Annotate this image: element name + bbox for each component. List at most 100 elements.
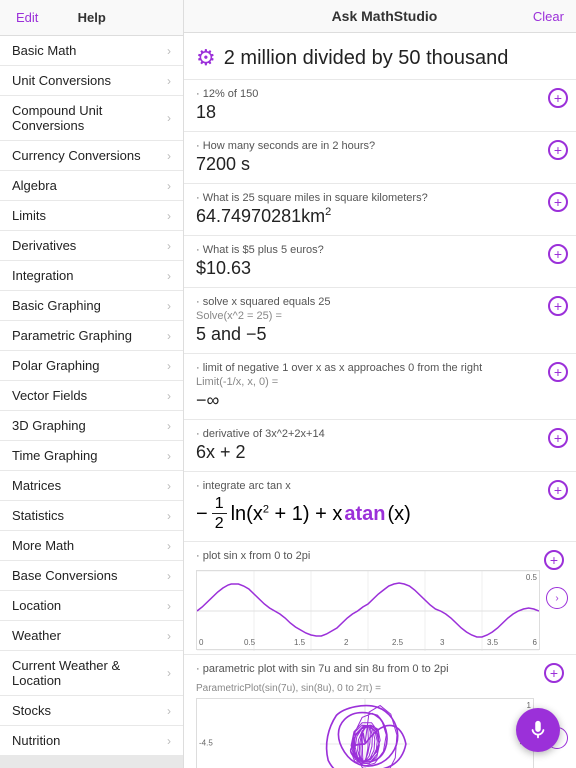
expand-chart-button[interactable]: ›	[546, 587, 568, 609]
add-button[interactable]: +	[548, 88, 568, 108]
sidebar-item-basic-graphing[interactable]: Basic Graphing›	[0, 291, 183, 321]
sidebar-item-current-weather-&-location[interactable]: Current Weather & Location›	[0, 651, 183, 696]
sidebar-item-parametric-graphing[interactable]: Parametric Graphing ›	[0, 321, 183, 351]
chevron-right-icon: ›	[167, 599, 171, 613]
chevron-right-icon: ›	[167, 539, 171, 553]
result-text: 64.74970281km2	[196, 206, 564, 227]
sidebar-item-location[interactable]: Location ›	[0, 591, 183, 621]
sidebar-divider	[0, 756, 183, 764]
add-button[interactable]: +	[548, 296, 568, 316]
result-item: · How many seconds are in 2 hours? 7200 …	[184, 132, 576, 184]
plus-circle-icon: +	[548, 88, 568, 108]
chevron-right-icon: ›	[167, 704, 171, 718]
chart-item-parametric: · parametric plot with sin 7u and sin 8u…	[184, 655, 576, 768]
sidebar-item-limits[interactable]: Limits›	[0, 201, 183, 231]
query-text: · solve x squared equals 25	[196, 296, 564, 308]
chevron-right-icon: ›	[167, 74, 171, 88]
sidebar-item-basic-math[interactable]: Basic Math›	[0, 36, 183, 66]
add-button[interactable]: +	[548, 140, 568, 160]
sidebar-item-label: More Math	[12, 538, 74, 553]
query-text: · 12% of 150	[196, 88, 564, 100]
sidebar-item-algebra[interactable]: Algebra›	[0, 171, 183, 201]
result-subtext: Solve(x^2 = 25) =	[196, 310, 564, 322]
sidebar-item-ask-mathstudio[interactable]: Ask MathStudio›	[0, 764, 183, 768]
sidebar-items-list: Basic Math›Unit Conversions›Compound Uni…	[0, 36, 183, 768]
sidebar: Edit Help Basic Math›Unit Conversions›Co…	[0, 0, 184, 768]
plus-circle-icon: +	[548, 362, 568, 382]
sidebar-item-label: Weather	[12, 628, 61, 643]
sidebar-section-title: Help	[78, 10, 106, 25]
sidebar-item-label: Parametric Graphing	[12, 328, 132, 343]
chevron-right-icon: ›	[167, 419, 171, 433]
sidebar-header: Edit Help	[0, 0, 183, 36]
chevron-right-icon: ›	[167, 666, 171, 680]
plus-circle-icon: +	[548, 480, 568, 500]
result-subtext: Limit(-1/x, x, 0) =	[196, 376, 564, 388]
sidebar-item-base-conversions[interactable]: Base Conversions›	[0, 561, 183, 591]
result-item: · limit of negative 1 over x as x approa…	[184, 354, 576, 420]
sidebar-item-label: Nutrition	[12, 733, 60, 748]
sidebar-item-label: 3D Graphing	[12, 418, 86, 433]
clear-button[interactable]: Clear	[533, 9, 564, 24]
sidebar-item-label: Current Weather & Location	[12, 658, 167, 688]
sidebar-item-label: Time Graphing	[12, 448, 98, 463]
chevron-right-icon: ›	[167, 449, 171, 463]
chevron-right-icon: ›	[167, 239, 171, 253]
result-text: 6x + 2	[196, 442, 564, 463]
add-button[interactable]: +	[544, 550, 564, 570]
sidebar-item-weather[interactable]: Weather ›	[0, 621, 183, 651]
sidebar-item-compound-unit-conversions[interactable]: Compound Unit Conversions›	[0, 96, 183, 141]
sidebar-item-integration[interactable]: Integration ›	[0, 261, 183, 291]
sidebar-item-label: Compound Unit Conversions	[12, 103, 167, 133]
add-button[interactable]: +	[548, 428, 568, 448]
result-item: · What is $5 plus 5 euros? $10.63 +	[184, 236, 576, 288]
sidebar-item-more-math[interactable]: More Math ›	[0, 531, 183, 561]
add-button[interactable]: +	[544, 663, 564, 683]
sidebar-item-label: Algebra	[12, 178, 57, 193]
add-button[interactable]: +	[548, 192, 568, 212]
sidebar-item-matrices[interactable]: Matrices›	[0, 471, 183, 501]
query-text: · integrate arc tan x	[196, 480, 564, 492]
sidebar-item-3d-graphing[interactable]: 3D Graphing ›	[0, 411, 183, 441]
result-text: − 1 2 ln(x2 + 1) + x atan (x)	[196, 494, 564, 533]
sidebar-item-polar-graphing[interactable]: Polar Graphing›	[0, 351, 183, 381]
sidebar-item-currency-conversions[interactable]: Currency Conversions ›	[0, 141, 183, 171]
chevron-right-icon: ›	[167, 149, 171, 163]
query-text: · derivative of 3x^2+2x+14	[196, 428, 564, 440]
main-panel: Ask MathStudio Clear ⚙ 2 million divided…	[184, 0, 576, 768]
sidebar-item-label: Integration	[12, 268, 73, 283]
sidebar-item-label: Derivatives	[12, 238, 76, 253]
add-button[interactable]: +	[548, 244, 568, 264]
plus-circle-icon: +	[548, 192, 568, 212]
sidebar-item-vector-fields[interactable]: Vector Fields›	[0, 381, 183, 411]
result-text: 7200 s	[196, 154, 564, 175]
sidebar-item-nutrition[interactable]: Nutrition›	[0, 726, 183, 756]
sidebar-item-stocks[interactable]: Stocks›	[0, 696, 183, 726]
top-result-item: ⚙ 2 million divided by 50 thousand	[184, 33, 576, 80]
chevron-right-icon: ›	[167, 44, 171, 58]
sidebar-item-unit-conversions[interactable]: Unit Conversions›	[0, 66, 183, 96]
edit-button[interactable]: Edit	[12, 8, 42, 27]
sidebar-item-derivatives[interactable]: Derivatives ›	[0, 231, 183, 261]
microphone-button[interactable]	[516, 708, 560, 752]
result-item: · solve x squared equals 25 Solve(x^2 = …	[184, 288, 576, 354]
sidebar-item-statistics[interactable]: Statistics›	[0, 501, 183, 531]
chevron-right-icon: ›	[167, 111, 171, 125]
result-item: · 12% of 150 18 +	[184, 80, 576, 132]
add-button[interactable]: +	[548, 362, 568, 382]
chevron-right-icon: ›	[167, 209, 171, 223]
query-text: · limit of negative 1 over x as x approa…	[196, 362, 564, 374]
add-button[interactable]: +	[548, 480, 568, 500]
query-text: · What is 25 square miles in square kilo…	[196, 192, 564, 204]
chevron-right-icon: ›	[167, 269, 171, 283]
sidebar-item-label: Location	[12, 598, 61, 613]
chart-item-sin: · plot sin x from 0 to 2pi +	[184, 542, 576, 655]
sidebar-item-time-graphing[interactable]: Time Graphing ›	[0, 441, 183, 471]
chevron-right-icon: ›	[167, 629, 171, 643]
sidebar-item-label: Currency Conversions	[12, 148, 141, 163]
query-text: · What is $5 plus 5 euros?	[196, 244, 564, 256]
query-text: · How many seconds are in 2 hours?	[196, 140, 564, 152]
chevron-right-icon: ›	[167, 329, 171, 343]
sidebar-item-label: Basic Graphing	[12, 298, 101, 313]
sidebar-item-label: Base Conversions	[12, 568, 118, 583]
